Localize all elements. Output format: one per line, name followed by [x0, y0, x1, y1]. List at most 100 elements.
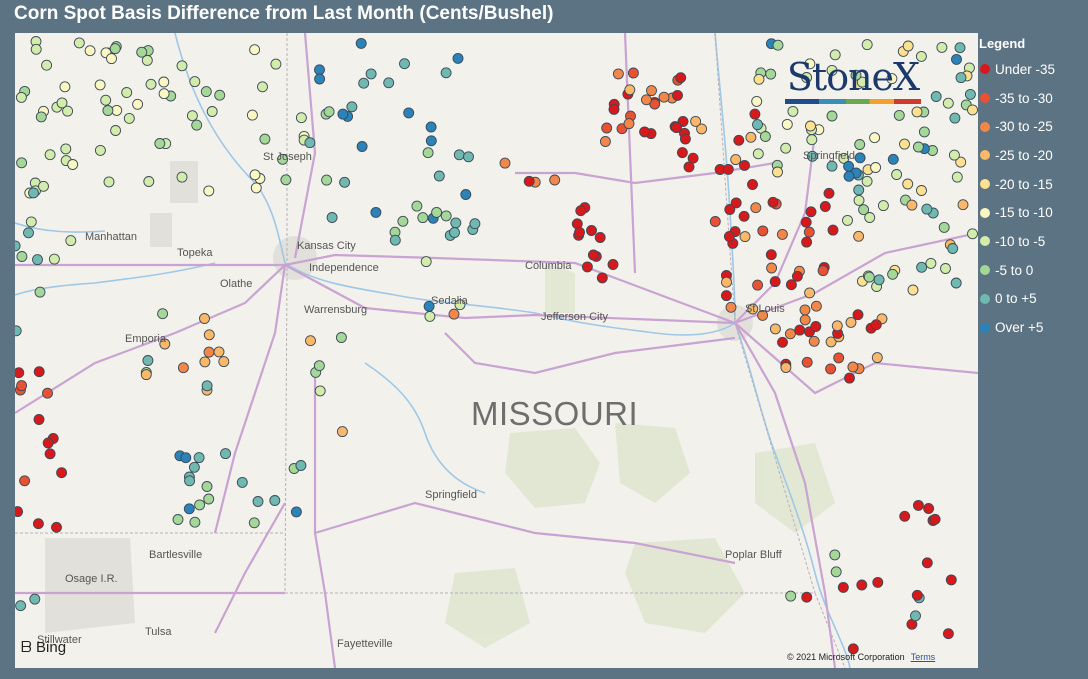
- elevator-point[interactable]: [785, 590, 797, 602]
- elevator-point[interactable]: [33, 414, 45, 425]
- elevator-point[interactable]: [861, 39, 873, 51]
- elevator-point[interactable]: [42, 437, 54, 449]
- elevator-point[interactable]: [355, 37, 367, 49]
- elevator-point[interactable]: [833, 352, 845, 364]
- elevator-point[interactable]: [422, 147, 434, 159]
- elevator-point[interactable]: [30, 43, 42, 55]
- elevator-point[interactable]: [929, 513, 941, 525]
- elevator-point[interactable]: [723, 231, 735, 242]
- elevator-point[interactable]: [823, 187, 835, 199]
- elevator-point[interactable]: [19, 475, 31, 487]
- elevator-point[interactable]: [930, 91, 942, 102]
- elevator-point[interactable]: [891, 169, 903, 180]
- elevator-point[interactable]: [805, 206, 817, 218]
- elevator-point[interactable]: [295, 112, 307, 124]
- elevator-point[interactable]: [186, 110, 198, 122]
- elevator-point[interactable]: [679, 133, 691, 145]
- elevator-point[interactable]: [752, 148, 764, 160]
- elevator-point[interactable]: [925, 257, 937, 269]
- elevator-point[interactable]: [722, 163, 734, 175]
- elevator-point[interactable]: [955, 72, 967, 84]
- elevator-point[interactable]: [38, 180, 49, 192]
- elevator-point[interactable]: [323, 106, 335, 118]
- elevator-point[interactable]: [780, 362, 792, 373]
- elevator-point[interactable]: [800, 216, 812, 228]
- elevator-point[interactable]: [739, 159, 750, 171]
- elevator-point[interactable]: [780, 142, 792, 154]
- elevator-point[interactable]: [750, 202, 762, 214]
- elevator-point[interactable]: [640, 94, 652, 106]
- elevator-point[interactable]: [356, 141, 368, 152]
- elevator-point[interactable]: [948, 149, 960, 161]
- elevator-point[interactable]: [365, 68, 377, 80]
- elevator-point[interactable]: [203, 329, 215, 341]
- elevator-point[interactable]: [607, 259, 619, 270]
- elevator-point[interactable]: [158, 88, 170, 100]
- elevator-point[interactable]: [176, 171, 188, 183]
- elevator-point[interactable]: [136, 46, 148, 58]
- elevator-point[interactable]: [918, 126, 930, 138]
- elevator-point[interactable]: [759, 131, 771, 142]
- elevator-point[interactable]: [44, 448, 56, 460]
- elevator-point[interactable]: [440, 67, 452, 79]
- elevator-point[interactable]: [733, 134, 745, 146]
- elevator-point[interactable]: [950, 277, 962, 289]
- elevator-point[interactable]: [672, 89, 683, 101]
- elevator-point[interactable]: [804, 287, 816, 299]
- elevator-point[interactable]: [967, 104, 978, 116]
- elevator-point[interactable]: [921, 557, 933, 569]
- elevator-point[interactable]: [854, 152, 866, 164]
- elevator-point[interactable]: [942, 628, 954, 640]
- elevator-point[interactable]: [23, 227, 34, 239]
- elevator-point[interactable]: [826, 110, 838, 122]
- elevator-point[interactable]: [911, 106, 923, 118]
- elevator-point[interactable]: [844, 372, 855, 384]
- elevator-point[interactable]: [784, 328, 796, 340]
- elevator-point[interactable]: [873, 274, 885, 286]
- elevator-point[interactable]: [65, 235, 77, 247]
- elevator-point[interactable]: [957, 199, 969, 211]
- elevator-point[interactable]: [899, 510, 911, 522]
- elevator-point[interactable]: [906, 199, 918, 211]
- elevator-point[interactable]: [15, 325, 22, 337]
- elevator-point[interactable]: [201, 481, 213, 492]
- elevator-point[interactable]: [772, 39, 784, 51]
- elevator-point[interactable]: [403, 107, 415, 119]
- elevator-point[interactable]: [861, 175, 873, 187]
- elevator-point[interactable]: [399, 58, 410, 70]
- elevator-point[interactable]: [936, 41, 948, 53]
- elevator-point[interactable]: [184, 475, 196, 487]
- elevator-point[interactable]: [335, 332, 347, 343]
- elevator-point[interactable]: [794, 324, 806, 336]
- elevator-point[interactable]: [581, 261, 593, 273]
- elevator-point[interactable]: [575, 205, 587, 217]
- elevator-point[interactable]: [772, 166, 783, 178]
- elevator-point[interactable]: [853, 184, 865, 196]
- elevator-point[interactable]: [203, 346, 215, 358]
- elevator-point[interactable]: [803, 226, 815, 238]
- elevator-point[interactable]: [499, 157, 511, 169]
- elevator-point[interactable]: [321, 174, 333, 186]
- elevator-point[interactable]: [218, 356, 230, 368]
- elevator-point[interactable]: [887, 153, 899, 165]
- elevator-point[interactable]: [921, 203, 933, 215]
- elevator-point[interactable]: [872, 576, 884, 588]
- elevator-point[interactable]: [870, 319, 882, 331]
- elevator-point[interactable]: [290, 506, 302, 518]
- elevator-point[interactable]: [450, 217, 462, 229]
- elevator-point[interactable]: [257, 81, 268, 93]
- elevator-point[interactable]: [453, 149, 465, 161]
- elevator-point[interactable]: [44, 149, 56, 161]
- bing-logo[interactable]: ᗷ Bing: [21, 639, 66, 656]
- elevator-point[interactable]: [110, 125, 122, 136]
- elevator-point[interactable]: [313, 360, 325, 372]
- elevator-point[interactable]: [448, 308, 460, 320]
- elevator-point[interactable]: [830, 566, 842, 578]
- elevator-point[interactable]: [15, 91, 27, 103]
- elevator-point[interactable]: [358, 77, 370, 89]
- elevator-point[interactable]: [248, 517, 260, 529]
- elevator-point[interactable]: [596, 272, 608, 284]
- elevator-point[interactable]: [172, 514, 184, 525]
- elevator-point[interactable]: [431, 206, 443, 218]
- elevator-point[interactable]: [417, 212, 429, 224]
